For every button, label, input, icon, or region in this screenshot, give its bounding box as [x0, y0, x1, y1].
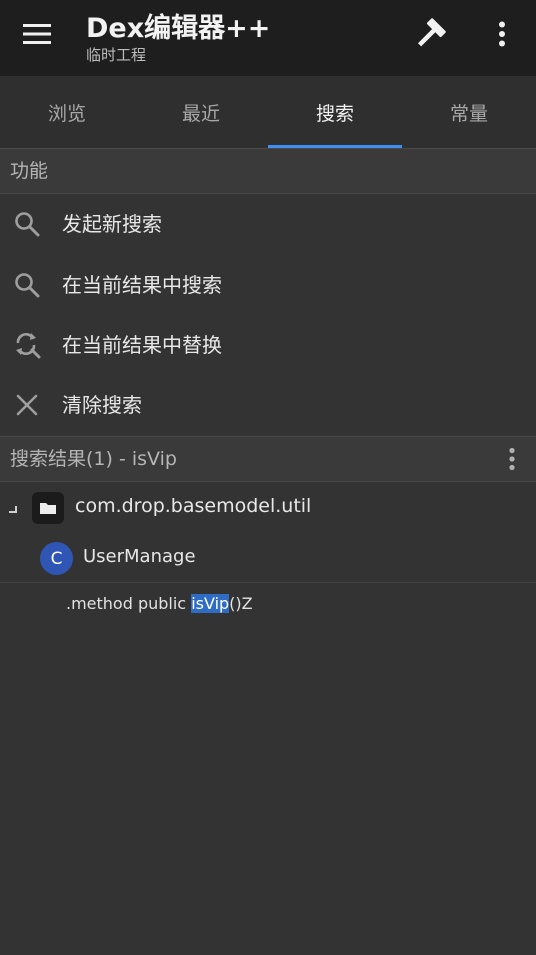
close-icon	[12, 390, 42, 420]
class-badge-icon: C	[40, 542, 73, 575]
search-icon	[12, 209, 42, 239]
tab-bar: 浏览 最近 搜索 常量	[0, 76, 536, 148]
new-search-label: 发起新搜索	[62, 212, 162, 236]
replace-in-results-label: 在当前结果中替换	[62, 333, 222, 357]
match-prefix: .method public	[66, 594, 192, 613]
hamburger-menu-icon[interactable]	[14, 14, 60, 54]
functions-header: 功能	[0, 148, 536, 194]
tab-recent[interactable]: 最近	[134, 76, 268, 148]
results-header: 搜索结果(1) - isVip	[0, 436, 536, 482]
clear-search-action[interactable]: 清除搜索	[0, 375, 536, 435]
hammer-icon[interactable]	[408, 12, 452, 56]
new-search-action[interactable]: 发起新搜索	[0, 194, 536, 254]
project-subtitle: 临时工程	[86, 46, 147, 64]
search-icon	[12, 270, 42, 300]
tab-browse[interactable]: 浏览	[0, 76, 134, 148]
replace-icon	[12, 330, 42, 360]
tree-class-row[interactable]: C UserManage	[0, 534, 536, 584]
more-vertical-icon[interactable]	[482, 12, 522, 56]
search-in-results-action[interactable]: 在当前结果中搜索	[0, 255, 536, 315]
search-match-line[interactable]: .method public isVip()Z	[66, 591, 253, 617]
tree-package-row[interactable]: com.drop.basemodel.util	[0, 484, 536, 534]
search-in-results-label: 在当前结果中搜索	[62, 273, 222, 297]
match-highlight: isVip	[191, 594, 230, 613]
results-header-title: 搜索结果(1) - isVip	[10, 448, 177, 470]
class-name: UserManage	[83, 546, 196, 567]
tab-search[interactable]: 搜索	[268, 76, 402, 148]
more-vertical-icon[interactable]	[500, 443, 524, 475]
match-suffix: ()Z	[229, 594, 253, 613]
app-toolbar: Dex编辑器++ 临时工程	[0, 0, 536, 76]
functions-header-title: 功能	[10, 160, 49, 182]
tab-constants[interactable]: 常量	[402, 76, 536, 148]
package-name: com.drop.basemodel.util	[75, 495, 312, 517]
app-title: Dex编辑器++	[86, 13, 271, 44]
divider	[0, 582, 536, 583]
clear-search-label: 清除搜索	[62, 393, 142, 417]
replace-in-results-action[interactable]: 在当前结果中替换	[0, 315, 536, 375]
folder-icon	[32, 492, 64, 524]
expand-arrow-icon[interactable]	[6, 500, 20, 514]
